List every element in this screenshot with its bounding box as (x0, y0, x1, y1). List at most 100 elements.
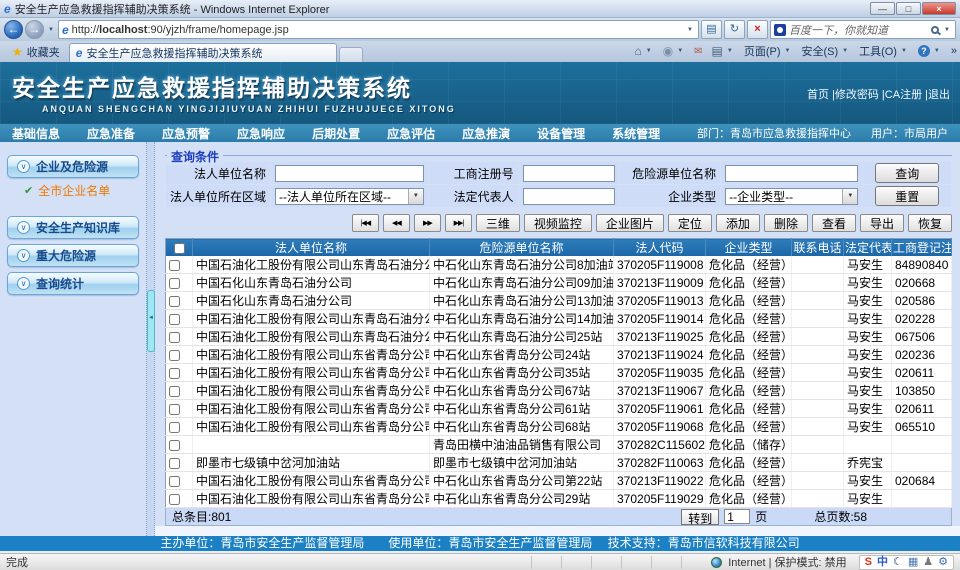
action-button[interactable]: 导出 (860, 214, 904, 232)
mail-button[interactable]: ✉ (694, 46, 702, 57)
search-box[interactable]: 百度一下，你就知道 ▼ (770, 20, 956, 39)
table-row[interactable]: 中国石油化工股份有限公司山东青岛石油分公司中石化山东青岛石油分公司14加油站37… (166, 310, 952, 328)
goto-page-input[interactable] (724, 509, 750, 524)
table-row[interactable]: 中国石油化工股份有限公司山东省青岛分公司中石化山东省青岛分公司24站370213… (166, 346, 952, 364)
table-row[interactable]: 中国石油化工股份有限公司山东省青岛分公司中石化山东省青岛分公司第22站37021… (166, 472, 952, 490)
row-checkbox[interactable] (169, 350, 180, 361)
feeds-button[interactable]: ◉▼ (663, 44, 685, 58)
tab-active[interactable]: e 安全生产应急救援指挥辅助决策系统 (69, 43, 337, 62)
user-icon[interactable]: ♟ (923, 555, 933, 569)
url-text[interactable]: http://localhost:90/yjzh/frame/homepage.… (72, 24, 682, 36)
moon-icon[interactable]: ☾ (893, 555, 903, 569)
select-all-checkbox[interactable] (174, 243, 185, 254)
header-link[interactable]: 退出 (928, 89, 950, 101)
sidebar-group[interactable]: ∨重大危险源 (7, 244, 139, 267)
pager-button[interactable]: ▶▶ (414, 214, 441, 232)
back-button[interactable]: ← (4, 20, 23, 39)
sogou-icon[interactable]: S (865, 555, 872, 569)
pager-button[interactable]: |◀◀ (352, 214, 379, 232)
sidebar-group[interactable]: ∨查询统计 (7, 272, 139, 295)
table-row[interactable]: 中国石油化工股份有限公司山东省青岛分公司中石化山东省青岛分公司68站370205… (166, 418, 952, 436)
menu-item[interactable]: 应急推演 (462, 125, 510, 142)
safety-menu[interactable]: 安全(S)▼ (801, 43, 850, 59)
row-checkbox[interactable] (169, 368, 180, 379)
action-button[interactable]: 添加 (716, 214, 760, 232)
action-button[interactable]: 查看 (812, 214, 856, 232)
new-tab-stub[interactable] (339, 47, 363, 62)
compatibility-view-button[interactable]: ▤ (701, 20, 722, 39)
header-link[interactable]: 修改密码 (835, 89, 879, 101)
print-button[interactable]: ▤▼ (712, 44, 735, 58)
action-button[interactable]: 恢复 (908, 214, 952, 232)
row-checkbox[interactable] (169, 314, 180, 325)
row-checkbox[interactable] (169, 386, 180, 397)
table-row[interactable]: 青岛田横中油油品销售有限公司370282C115602危化品（储存） (166, 436, 952, 454)
table-row[interactable]: 中国石油化工股份有限公司山东青岛石油分公司中石化山东青岛石油分公司25站3702… (166, 328, 952, 346)
search-button[interactable]: 查询 (875, 163, 939, 183)
table-row[interactable]: 即墨市七级镇中岔河加油站即墨市七级镇中岔河加油站370282F110063危化品… (166, 454, 952, 472)
search-input[interactable]: 百度一下，你就知道 (789, 22, 928, 38)
pager-button[interactable]: ▶▶| (445, 214, 472, 232)
table-row[interactable]: 中国石化山东青岛石油分公司中石化山东青岛石油分公司09加油站370213F119… (166, 274, 952, 292)
reset-button[interactable]: 重置 (875, 186, 939, 206)
action-button[interactable]: 视频监控 (524, 214, 592, 232)
menu-item[interactable]: 应急评估 (387, 125, 435, 142)
row-checkbox[interactable] (169, 260, 180, 271)
corp-name-input[interactable] (275, 165, 424, 182)
row-checkbox[interactable] (169, 440, 180, 451)
row-checkbox[interactable] (169, 494, 180, 505)
table-row[interactable]: 中国石油化工股份有限公司山东青岛石油分公司中石化山东青岛石油分公司8加油站370… (166, 256, 952, 274)
corp-type-select[interactable]: --企业类型--▼ (725, 188, 858, 205)
sidebar-group[interactable]: ∨安全生产知识库 (7, 216, 139, 239)
sidebar-splitter[interactable] (146, 142, 155, 536)
row-checkbox[interactable] (169, 422, 180, 433)
pager-button[interactable]: ◀◀ (383, 214, 410, 232)
history-dropdown-icon[interactable]: ▼ (46, 27, 56, 33)
search-dropdown-icon[interactable]: ▼ (942, 27, 952, 33)
forward-button[interactable]: → (25, 20, 44, 39)
soft-keyboard-icon[interactable]: ▦ (908, 555, 918, 569)
table-row[interactable]: 中国石油化工股份有限公司山东省青岛分公司中石化山东省青岛分公司61站370205… (166, 400, 952, 418)
hazard-name-input[interactable] (725, 165, 858, 182)
close-button[interactable]: × (922, 2, 956, 15)
row-checkbox[interactable] (169, 404, 180, 415)
chinese-mode-icon[interactable]: 中 (877, 555, 888, 569)
region-select[interactable]: --法人单位所在区域--▼ (275, 188, 424, 205)
menu-item[interactable]: 应急预警 (162, 125, 210, 142)
stop-button[interactable]: × (747, 20, 768, 39)
menu-item[interactable]: 后期处置 (312, 125, 360, 142)
tools-menu[interactable]: 工具(O)▼ (859, 43, 909, 59)
sidebar-group[interactable]: ∨企业及危险源 (7, 155, 139, 178)
row-checkbox[interactable] (169, 332, 180, 343)
goto-page-button[interactable]: 转到 (681, 509, 719, 525)
refresh-button[interactable]: ↻ (724, 20, 745, 39)
legal-rep-input[interactable] (523, 188, 616, 205)
page-menu[interactable]: 页面(P)▼ (744, 43, 793, 59)
row-checkbox[interactable] (169, 458, 180, 469)
action-button[interactable]: 定位 (668, 214, 712, 232)
menu-item[interactable]: 应急响应 (237, 125, 285, 142)
action-button[interactable]: 三维 (476, 214, 520, 232)
reg-no-input[interactable] (523, 165, 616, 182)
search-icon[interactable] (931, 26, 939, 34)
more-commands-button[interactable]: » (951, 45, 957, 57)
menu-item[interactable]: 系统管理 (612, 125, 660, 142)
header-link[interactable]: CA注册 (885, 89, 922, 101)
favorites-button[interactable]: ★ 收藏夹 (3, 43, 69, 61)
row-checkbox[interactable] (169, 476, 180, 487)
row-checkbox[interactable] (169, 278, 180, 289)
menu-item[interactable]: 基础信息 (12, 125, 60, 142)
table-row[interactable]: 中国石油化工股份有限公司山东省青岛分公司中石化山东省青岛分公司67站370213… (166, 382, 952, 400)
row-checkbox[interactable] (169, 296, 180, 307)
sidebar-item-active[interactable]: ✔全市企业名单 (24, 182, 146, 199)
minimize-button[interactable]: — (870, 2, 895, 15)
table-row[interactable]: 中国石油化工股份有限公司山东省青岛分公司中石化山东省青岛分公司29站370205… (166, 490, 952, 508)
help-menu[interactable]: ?▼ (918, 45, 942, 57)
action-button[interactable]: 删除 (764, 214, 808, 232)
wrench-icon[interactable]: ⚙ (938, 555, 948, 569)
maximize-button[interactable]: □ (896, 2, 921, 15)
table-row[interactable]: 中国石化山东青岛石油分公司中石化山东青岛石油分公司13加油站370205F119… (166, 292, 952, 310)
splitter-handle[interactable] (147, 290, 155, 352)
menu-item[interactable]: 应急准备 (87, 125, 135, 142)
header-link[interactable]: 首页 (807, 89, 829, 101)
